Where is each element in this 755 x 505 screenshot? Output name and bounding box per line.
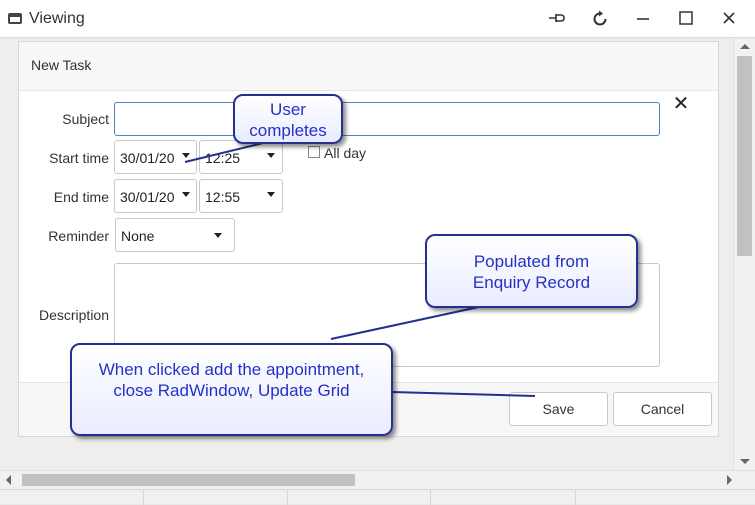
chevron-down-icon — [182, 153, 190, 158]
chevron-down-icon — [267, 192, 275, 197]
scroll-right-icon[interactable] — [727, 475, 732, 485]
window-titlebar: Viewing — [0, 0, 755, 38]
description-label: Description — [38, 307, 109, 323]
callout-save-note: When clicked add the appointment, close … — [70, 343, 393, 436]
horizontal-scrollbar[interactable] — [0, 470, 755, 489]
subject-input[interactable] — [114, 102, 660, 136]
end-time-picker[interactable]: 12:55 — [199, 179, 283, 213]
close-icon[interactable] — [715, 6, 743, 32]
scroll-down-icon[interactable] — [740, 459, 750, 464]
scrollbar-thumb[interactable] — [22, 474, 355, 486]
end-date-picker[interactable]: 30/01/20 — [114, 179, 197, 213]
dialog-header: New Task — [19, 42, 718, 91]
cancel-button[interactable]: Cancel — [613, 392, 712, 426]
reminder-label: Reminder — [48, 228, 109, 244]
callout-user-completes: User completes — [233, 94, 343, 144]
subject-label: Subject — [62, 111, 109, 127]
reload-icon[interactable] — [586, 6, 614, 32]
maximize-icon[interactable] — [672, 6, 700, 32]
window-icon — [8, 13, 22, 24]
start-time-label: Start time — [49, 150, 109, 166]
all-day-label: All day — [324, 145, 367, 161]
scrollbar-thumb[interactable] — [737, 56, 752, 256]
dialog-title: New Task — [31, 57, 92, 73]
dialog-close-icon[interactable]: ✕ — [672, 94, 690, 114]
scroll-up-icon[interactable] — [740, 44, 750, 49]
reminder-select[interactable]: None — [115, 218, 235, 252]
chevron-down-icon — [267, 153, 275, 158]
chevron-down-icon — [214, 233, 222, 238]
callout-populated: Populated from Enquiry Record — [425, 234, 638, 308]
minimize-icon[interactable] — [629, 6, 657, 32]
status-strip — [0, 489, 755, 505]
end-time-label: End time — [53, 189, 109, 205]
start-date-picker[interactable]: 30/01/20 — [114, 140, 197, 174]
pin-icon[interactable] — [543, 6, 571, 32]
chevron-down-icon — [182, 192, 190, 197]
vertical-scrollbar[interactable] — [733, 39, 755, 470]
all-day-checkbox[interactable] — [308, 146, 320, 158]
save-button[interactable]: Save — [509, 392, 608, 426]
scroll-left-icon[interactable] — [6, 475, 11, 485]
start-time-picker[interactable]: 12:25 — [199, 140, 283, 174]
window-title: Viewing — [29, 10, 85, 27]
